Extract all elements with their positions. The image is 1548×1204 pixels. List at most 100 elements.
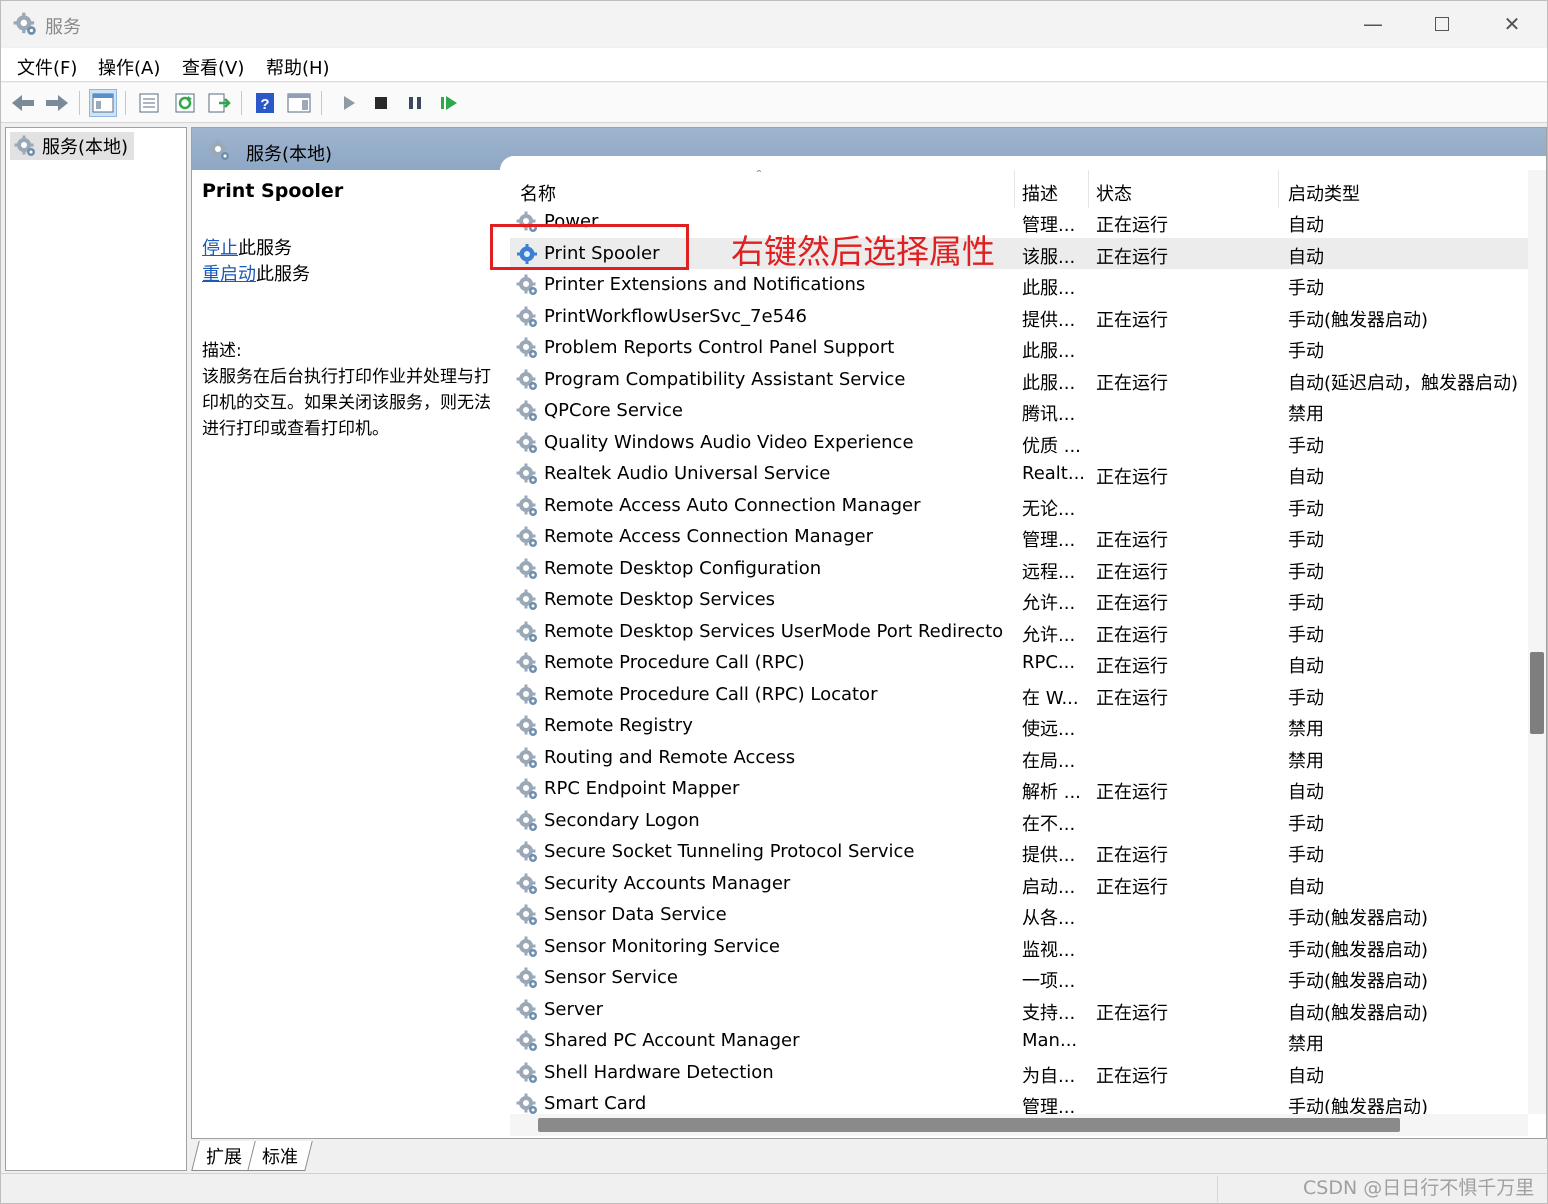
table-row[interactable]: Secondary Logon 在不... 手动 [510,805,1528,837]
table-row[interactable]: Remote Access Connection Manager 管理... 正在运… [510,521,1528,553]
start-service-button[interactable] [335,89,363,117]
service-status: 正在运行 [1096,530,1168,551]
table-row[interactable]: Remote Desktop Configuration 远程... 正在运行 手动 [510,553,1528,585]
table-row[interactable]: Sensor Service 一项... 手动(触发器启动) [510,962,1528,994]
service-name: Quality Windows Audio Video Experience [544,431,914,453]
service-description: 一项... [1022,971,1076,992]
show-console-tree-button[interactable] [89,89,117,117]
table-row[interactable]: Sensor Monitoring Service 监视... 手动(触发器启动) [510,931,1528,963]
title-bar[interactable]: 服务 — ✕ [1,1,1547,47]
maximize-button[interactable] [1408,1,1476,47]
restart-service-link[interactable]: 重启动 [202,264,256,285]
properties-button[interactable] [135,89,163,117]
column-header-name[interactable]: 名称 [520,180,556,206]
horizontal-scroll-thumb[interactable] [538,1118,1400,1132]
table-row[interactable]: Remote Procedure Call (RPC) Locator 在 W..… [510,679,1528,711]
close-button[interactable]: ✕ [1478,1,1546,47]
sort-ascending-icon: ˄ [756,170,762,182]
vertical-scroll-thumb[interactable] [1530,652,1544,734]
menu-view[interactable]: 查看(V) [182,54,244,80]
service-status: 正在运行 [1096,309,1168,331]
table-row[interactable]: Printer Extensions and Notifications 此服..… [510,269,1528,301]
service-description: 在局... [1022,750,1076,772]
service-name: RPC Endpoint Mapper [544,778,740,799]
tab-extended[interactable]: 扩展 [191,1141,257,1171]
service-description: 该服... [1022,246,1076,268]
service-status: 正在运行 [1096,624,1168,646]
list-header: ˄ 名称 描述 状态 启动类型 [510,170,1528,208]
back-button[interactable] [9,89,37,117]
table-row[interactable]: PrintWorkflowUserSvc_7e546 提供... 正在运行 手动(触发… [510,301,1528,333]
service-gear-icon [516,368,540,392]
service-name: Remote Procedure Call (RPC) [544,652,805,673]
table-row[interactable]: Remote Registry 使远... 禁用 [510,710,1528,742]
table-row[interactable]: Quality Windows Audio Video Experience 优质… [510,427,1528,459]
table-row[interactable]: Shared PC Account Manager Man... 禁用 [510,1025,1528,1057]
close-icon: ✕ [1503,12,1521,36]
service-status: 正在运行 [1096,782,1168,803]
table-row[interactable]: Remote Access Auto Connection Manager 无论.… [510,490,1528,522]
service-name: Sensor Service [544,967,678,988]
service-gear-icon [516,777,540,801]
refresh-button[interactable] [171,89,199,117]
services-gear-icon [208,138,232,162]
service-name: Remote Access Connection Manager [544,526,873,547]
table-row[interactable]: Shell Hardware Detection 为自... 正在运行 自动 [510,1057,1528,1089]
horizontal-scrollbar[interactable] [510,1114,1528,1136]
stop-service-button[interactable] [367,89,395,117]
service-startup-type: 自动 [1288,215,1324,236]
annotation-highlight-box [490,224,689,270]
svg-text:?: ? [260,96,269,113]
stop-icon [375,97,387,109]
minimize-button[interactable]: — [1339,1,1407,47]
show-action-pane-button[interactable] [285,89,313,117]
pause-service-button[interactable] [401,89,429,117]
table-row[interactable]: Remote Procedure Call (RPC) RPC... 正在运行 自动 [510,647,1528,679]
service-name: Remote Procedure Call (RPC) Locator [544,683,878,705]
menu-action[interactable]: 操作(A) [98,54,160,80]
main-pane: 服务(本地) Print Spooler 停止此服务 重启动此服务 描述: 该服… [191,127,1547,1139]
table-row[interactable]: Remote Desktop Services 允许... 正在运行 手动 [510,584,1528,616]
table-row[interactable]: Secure Socket Tunneling Protocol Service… [510,836,1528,868]
table-row[interactable]: Realtek Audio Universal Service Realt... 正… [510,458,1528,490]
service-gear-icon [516,998,540,1022]
table-row[interactable]: RPC Endpoint Mapper 解析 ... 正在运行 自动 [510,773,1528,805]
service-name: Routing and Remote Access [544,746,796,768]
table-row[interactable]: Security Accounts Manager 启动... 正在运行 自动 [510,868,1528,900]
service-description: 使远... [1022,719,1076,740]
table-row[interactable]: Routing and Remote Access 在局... 禁用 [510,742,1528,774]
table-row[interactable]: Problem Reports Control Panel Support 此服.… [510,332,1528,364]
forward-button[interactable] [43,89,71,117]
stop-service-link[interactable]: 停止 [202,238,238,259]
table-row[interactable]: Remote Desktop Services UserMode Port Re… [510,616,1528,648]
table-row[interactable]: Sensor Data Service 从各... 手动(触发器启动) [510,899,1528,931]
service-startup-type: 自动 [1288,1065,1324,1087]
service-description: 此服... [1022,278,1076,299]
menu-help[interactable]: 帮助(H) [266,54,330,80]
service-gear-icon [516,809,540,833]
table-row[interactable]: Server 支持... 正在运行 自动(触发器启动) [510,994,1528,1026]
service-status: 正在运行 [1096,561,1168,583]
service-startup-type: 自动 [1288,246,1324,268]
menu-file[interactable]: 文件(F) [17,54,77,80]
table-row[interactable]: Smart Card 管理... 手动(触发器启动) [510,1088,1528,1114]
tree-item-services-local[interactable]: 服务(本地) [10,132,135,160]
service-description: 启动... [1022,876,1076,898]
tree-item-label: 服务(本地) [42,137,129,158]
tab-standard[interactable]: 标准 [247,1141,313,1171]
service-startup-type: 自动 [1288,656,1324,677]
service-startup-type: 自动(延迟启动，触发器启动) [1288,372,1519,394]
column-header-startup-type[interactable]: 启动类型 [1288,180,1360,206]
restart-service-button[interactable] [435,89,463,117]
vertical-scrollbar[interactable] [1528,170,1546,1114]
export-list-button[interactable] [205,89,233,117]
window-title: 服务 [45,17,81,38]
service-gear-icon [516,903,540,927]
toolbar: ? [1,83,1547,123]
help-button[interactable]: ? [251,89,279,117]
table-row[interactable]: QPCore Service 腾讯... 禁用 [510,395,1528,427]
table-row[interactable]: Program Compatibility Assistant Service 此… [510,364,1528,396]
service-status: 正在运行 [1096,687,1168,709]
column-header-status[interactable]: 状态 [1096,180,1132,206]
column-header-description[interactable]: 描述 [1022,180,1058,206]
